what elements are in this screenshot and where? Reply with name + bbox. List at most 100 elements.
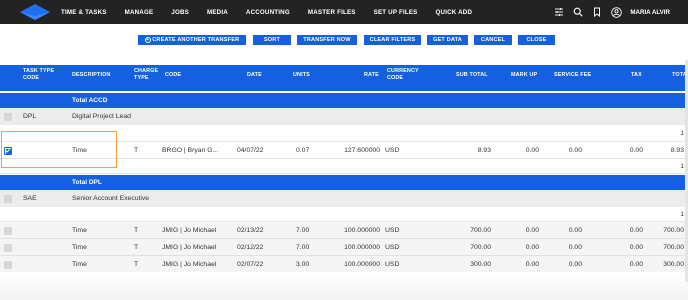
col-description[interactable]: DESCRIPTION (72, 72, 111, 79)
menu-set-up-files[interactable]: SET UP FILES (374, 9, 418, 16)
col-tax[interactable]: TAX (631, 72, 642, 79)
cell-currency: USD (385, 147, 400, 154)
cell-rate: 100.000000 (344, 261, 380, 268)
sort-button[interactable]: SORT (253, 35, 291, 45)
cell-total: 300.00 (663, 261, 684, 268)
user-icon[interactable] (610, 6, 622, 18)
menu-manage[interactable]: MANAGE (125, 9, 154, 16)
clear-filters-button[interactable]: CLEAR FILTERS (364, 35, 421, 45)
plus-circle-icon: + (144, 37, 151, 43)
row-checkbox[interactable] (4, 244, 12, 252)
cell-units: 7.00 (296, 244, 310, 251)
cell-description: Time (72, 227, 87, 234)
table-row[interactable]: Time T JMIG | Jo Michael 02/07/22 3.00 1… (0, 256, 688, 273)
col-charge-type[interactable]: CHARGE TYPE (134, 68, 158, 82)
cell-date: 02/13/22 (237, 227, 264, 234)
cell-sub-total: 300.00 (470, 261, 491, 268)
cancel-button[interactable]: CANCEL (474, 35, 512, 45)
col-currency-code[interactable]: CURRENCY CODE (387, 68, 419, 82)
transfer-now-button[interactable]: TRANSFER NOW (297, 35, 357, 45)
search-icon[interactable] (572, 6, 584, 18)
cell-tax: 0.00 (629, 261, 643, 268)
col-charge-type-line1: CHARGE (134, 68, 159, 74)
cell-mark-up: 0.00 (525, 244, 539, 251)
col-task-type-code-line2: CODE (23, 75, 40, 81)
section-footer-count: 1 (680, 163, 684, 170)
col-mark-up[interactable]: MARK UP (511, 72, 537, 79)
col-currency-code-line1: CURRENCY (387, 68, 419, 74)
group-checkbox[interactable] (4, 113, 12, 121)
col-charge-type-line2: TYPE (134, 75, 149, 81)
menu-quick-add[interactable]: QUICK ADD (436, 9, 473, 16)
group-checkbox[interactable] (4, 195, 12, 203)
col-sub-total[interactable]: SUB TOTAL (456, 72, 488, 79)
group-code: SAE (23, 195, 37, 202)
cell-rate: 100.000000 (344, 244, 380, 251)
table-row[interactable]: Time T JMIG | Jo Michael 02/13/22 7.00 1… (0, 222, 688, 239)
close-button[interactable]: CLOSE (518, 35, 555, 45)
cell-charge-type: T (134, 227, 139, 234)
cell-currency: USD (385, 227, 400, 234)
cell-tax: 0.00 (629, 147, 643, 154)
cell-sub-total: 700.00 (470, 227, 491, 234)
cell-sub-total: 8.93 (477, 147, 491, 154)
row-checkbox[interactable] (4, 227, 12, 235)
cell-mark-up: 0.00 (525, 227, 539, 234)
app-logo[interactable] (18, 2, 52, 22)
cell-charge-type: T (134, 147, 139, 154)
cell-date: 02/12/22 (237, 244, 264, 251)
get-data-button[interactable]: GET DATA (427, 35, 468, 45)
group-count: 1 (680, 130, 684, 137)
cell-units: 0.07 (296, 147, 310, 154)
cell-service-fee: 0.00 (568, 147, 582, 154)
col-code[interactable]: CODE (165, 72, 181, 79)
col-task-type-code[interactable]: TASK TYPE CODE (23, 68, 54, 82)
table-row[interactable]: Time T JMIG | Jo Michael 02/12/22 7.00 1… (0, 239, 688, 256)
group-header-row[interactable]: DPL Digital Project Lead (0, 108, 688, 125)
cell-currency: USD (385, 261, 400, 268)
cell-tax: 0.00 (629, 244, 643, 251)
cell-code: JMIG | Jo Michael (162, 244, 217, 251)
section-total-label: Total DPL (72, 179, 102, 186)
menu-media[interactable]: MEDIA (207, 9, 228, 16)
cell-charge-type: T (134, 261, 139, 268)
group-code: DPL (23, 113, 37, 120)
col-currency-code-line2: CODE (387, 75, 404, 81)
cell-mark-up: 0.00 (525, 261, 539, 268)
cell-mark-up: 0.00 (525, 147, 539, 154)
cell-units: 7.00 (296, 227, 310, 234)
table-footer-area (0, 272, 688, 300)
sliders-icon[interactable] (553, 6, 565, 18)
cell-date: 02/07/22 (237, 261, 264, 268)
menu-master-files[interactable]: MASTER FILES (308, 9, 356, 16)
action-toolbar: + CREATE ANOTHER TRANSFER SORT TRANSFER … (0, 24, 688, 60)
menu-time-tasks[interactable]: TIME & TASKS (61, 9, 107, 16)
cell-description: Time (72, 261, 87, 268)
create-another-transfer-button[interactable]: + CREATE ANOTHER TRANSFER (138, 35, 246, 45)
cell-service-fee: 0.00 (568, 227, 582, 234)
group-count-row: 1 (0, 207, 688, 222)
cell-code: BRGO | Bryan G... (162, 147, 219, 154)
user-name[interactable]: MARIA ALVIR (630, 9, 670, 16)
create-another-transfer-label: CREATE ANOTHER TRANSFER (152, 37, 240, 43)
col-task-type-code-line1: TASK TYPE (23, 68, 55, 74)
cell-sub-total: 700.00 (470, 244, 491, 251)
selection-highlight (1, 131, 117, 168)
bookmark-icon[interactable] (591, 6, 603, 18)
cell-units: 3.00 (296, 261, 310, 268)
top-navigation-bar: TIME & TASKS MANAGE JOBS MEDIA ACCOUNTIN… (0, 0, 688, 24)
cell-currency: USD (385, 244, 400, 251)
col-date[interactable]: DATE (247, 72, 262, 79)
col-service-fee[interactable]: SERVICE FEE (554, 72, 591, 79)
group-count: 1 (680, 211, 684, 218)
main-menu: TIME & TASKS MANAGE JOBS MEDIA ACCOUNTIN… (61, 0, 490, 24)
cell-total: 8.93 (670, 147, 684, 154)
group-description: Senior Account Executive (72, 195, 150, 202)
table-header: TASK TYPE CODE DESCRIPTION CHARGE TYPE C… (0, 65, 688, 91)
col-rate[interactable]: RATE (364, 72, 379, 79)
menu-jobs[interactable]: JOBS (171, 9, 189, 16)
group-header-row[interactable]: SAE Senior Account Executive (0, 190, 688, 207)
col-units[interactable]: UNITS (293, 72, 310, 79)
menu-accounting[interactable]: ACCOUNTING (246, 9, 290, 16)
row-checkbox[interactable] (4, 261, 12, 269)
